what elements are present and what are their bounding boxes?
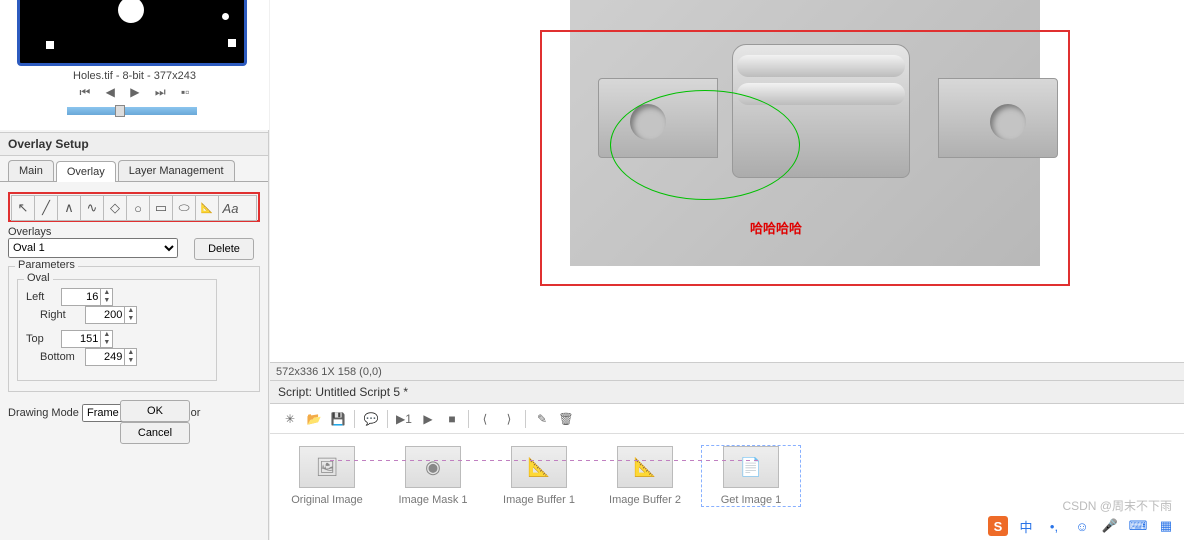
overlays-select[interactable]: Oval 1 — [8, 238, 178, 258]
run-step-icon[interactable]: ▶1 — [392, 412, 416, 426]
ime-bar: S 中 •, ☺ 🎤 ⌨ ▦ — [988, 516, 1176, 536]
getimage-node-icon: 📄 — [723, 446, 779, 488]
mask-node-icon: ◉ — [405, 446, 461, 488]
top-label: Top — [26, 333, 58, 345]
cancel-button[interactable]: Cancel — [120, 422, 190, 444]
left-input[interactable] — [62, 290, 100, 304]
thumbnail-slider[interactable] — [67, 107, 197, 115]
thumbnail-image[interactable] — [17, 0, 247, 66]
canvas-area[interactable]: 哈哈哈哈 — [270, 0, 1184, 374]
delete-icon[interactable]: 🗑 — [554, 412, 578, 426]
comment-icon[interactable]: 💬 — [359, 412, 383, 426]
tool-diamond-icon[interactable]: ◇ — [104, 196, 127, 220]
ime-grid-icon[interactable]: ▦ — [1156, 516, 1176, 536]
tool-line-icon[interactable]: ╱ — [35, 196, 58, 220]
forward-icon[interactable]: ⟩ — [497, 412, 521, 426]
nav-layers-icon[interactable]: ▪▫ — [181, 85, 190, 99]
bottom-label: Bottom — [40, 351, 82, 363]
tool-angle-icon[interactable]: ∧ — [58, 196, 81, 220]
script-flow: 🖼 Original Image ◉ Image Mask 1 📐 Image … — [270, 434, 1184, 518]
nav-first-icon[interactable]: ⏮ — [80, 85, 91, 100]
overlays-label: Overlays — [8, 226, 260, 238]
node-label: Get Image 1 — [702, 494, 800, 506]
bottom-input[interactable] — [86, 350, 124, 364]
spin-arrows-icon[interactable]: ▲▼ — [100, 289, 112, 305]
spin-arrows-icon[interactable]: ▲▼ — [100, 331, 112, 347]
edit-icon[interactable]: ✎ — [530, 412, 554, 426]
image-node-icon: 🖼 — [299, 446, 355, 488]
spin-arrows-icon[interactable]: ▲▼ — [124, 307, 136, 323]
nav-prev-icon[interactable]: ◀ — [106, 85, 115, 99]
tool-protractor-icon[interactable]: 📐 — [196, 196, 219, 220]
spin-arrows-icon[interactable]: ▲▼ — [124, 349, 136, 365]
tool-rect-icon[interactable]: ▭ — [150, 196, 173, 220]
new-icon[interactable]: ✳ — [278, 412, 302, 426]
watermark: CSDN @周末不下雨 — [1062, 497, 1172, 514]
ime-keyboard-icon[interactable]: ⌨ — [1128, 516, 1148, 536]
parameters-group: Parameters Oval Left ▲▼ Right ▲▼ Top ▲▼ … — [8, 266, 260, 392]
tab-layer-management[interactable]: Layer Management — [118, 160, 235, 181]
ime-lang-icon[interactable]: 中 — [1016, 516, 1036, 536]
tool-oval-icon[interactable]: ⬭ — [173, 196, 196, 220]
stop-icon[interactable]: ■ — [440, 412, 464, 426]
open-icon[interactable]: 📂 — [302, 412, 326, 426]
node-label: Original Image — [278, 494, 376, 506]
thumbnail-label: Holes.tif - 8-bit - 377x243 — [0, 70, 269, 82]
sogou-icon[interactable]: S — [988, 516, 1008, 536]
node-label: Image Mask 1 — [384, 494, 482, 506]
annotation-text[interactable]: 哈哈哈哈 — [750, 218, 802, 237]
delete-button[interactable]: Delete — [194, 238, 254, 260]
buffer-node-icon: 📐 — [617, 446, 673, 488]
status-bar: 572x336 1X 158 (0,0) — [270, 362, 1184, 380]
oval-overlay[interactable] — [610, 90, 800, 200]
nav-last-icon[interactable]: ⏭ — [155, 85, 166, 100]
parameters-legend: Parameters — [15, 259, 78, 271]
script-node[interactable]: 📐 Image Buffer 2 — [596, 446, 694, 506]
tool-circle-icon[interactable]: ○ — [127, 196, 150, 220]
overlay-setup-header: Overlay Setup — [0, 132, 268, 156]
ime-emoji-icon[interactable]: ☺ — [1072, 516, 1092, 536]
right-input[interactable] — [86, 308, 124, 322]
tool-select-icon[interactable]: ↖ — [12, 196, 35, 220]
node-label: Image Buffer 1 — [490, 494, 588, 506]
node-label: Image Buffer 2 — [596, 494, 694, 506]
buffer-node-icon: 📐 — [511, 446, 567, 488]
save-icon[interactable]: 💾 — [326, 412, 350, 426]
script-title: Script: Untitled Script 5 * — [270, 381, 1184, 404]
script-node[interactable]: ◉ Image Mask 1 — [384, 446, 482, 506]
tab-main[interactable]: Main — [8, 160, 54, 181]
script-node[interactable]: 📐 Image Buffer 1 — [490, 446, 588, 506]
ime-punct-icon[interactable]: •, — [1044, 516, 1064, 536]
drawing-mode-label: Drawing Mode — [8, 407, 79, 419]
run-icon[interactable]: ▶ — [416, 412, 440, 426]
right-label: Right — [40, 309, 82, 321]
script-node[interactable]: 📄 Get Image 1 — [702, 446, 800, 506]
tab-overlay[interactable]: Overlay — [56, 161, 116, 182]
ime-mic-icon[interactable]: 🎤 — [1100, 516, 1120, 536]
nav-next-icon[interactable]: ▶ — [130, 85, 139, 99]
tool-polyline-icon[interactable]: ∿ — [81, 196, 104, 220]
ok-button[interactable]: OK — [120, 400, 190, 422]
back-icon[interactable]: ⟨ — [473, 412, 497, 426]
script-toolbar: ✳ 📂 💾 💬 ▶1 ▶ ■ ⟨ ⟩ ✎ 🗑 — [270, 404, 1184, 434]
thumbnail-nav: ⏮ ◀ ▶ ⏭ ▪▫ — [0, 85, 269, 100]
script-node[interactable]: 🖼 Original Image — [278, 446, 376, 506]
left-label: Left — [26, 291, 58, 303]
top-input[interactable] — [62, 332, 100, 346]
overlay-toolbar: ↖ ╱ ∧ ∿ ◇ ○ ▭ ⬭ 📐 Aa — [8, 192, 260, 222]
oval-legend: Oval — [24, 272, 53, 284]
tool-text-icon[interactable]: Aa — [219, 196, 242, 220]
